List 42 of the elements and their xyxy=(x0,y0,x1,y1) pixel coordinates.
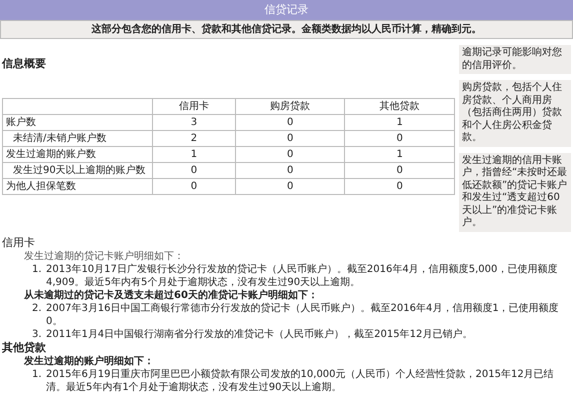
table-cell: 3 xyxy=(152,114,236,130)
table-cell: 1 xyxy=(152,146,236,162)
table-cell: 0 xyxy=(344,178,454,194)
column-header: 购房贷款 xyxy=(235,98,345,114)
row-label: 发生过90天以上逾期的账户数 xyxy=(2,162,152,178)
row-label: 账户数 xyxy=(2,114,152,130)
item-number: 1. xyxy=(32,263,43,278)
table-cell: 0 xyxy=(235,178,345,194)
side-note: 购房贷款，包括个人住房贷款、个人商用房（包括商住两用）贷款和个人住房公积金贷款。 xyxy=(459,80,571,147)
column-header: 其他贷款 xyxy=(344,98,454,114)
table-cell: 0 xyxy=(152,178,236,194)
item-number: 3. xyxy=(32,328,43,342)
section-title: 其他贷款 xyxy=(2,341,47,356)
table-cell: 1 xyxy=(344,114,454,130)
section-title: 信用卡 xyxy=(2,236,36,250)
table-cell: 0 xyxy=(235,162,345,178)
row-label: 发生过逾期的账户数 xyxy=(2,146,152,162)
overview-title: 信息概要 xyxy=(2,57,47,72)
side-note: 逾期记录可能影响对您的信用评价。 xyxy=(459,45,571,74)
table-cell: 0 xyxy=(235,146,345,162)
table-cell: 2 xyxy=(152,130,236,146)
table-cell: 0 xyxy=(344,162,454,178)
side-note: 发生过逾期的信用卡账户，指曾经“未按时还最低还款额”的贷记卡账户和发生过“透支超过60天以上”的准贷记卡账户。 xyxy=(459,152,571,232)
item-text: 2015年6月19日重庆市阿里巴巴小额贷款有限公司发放的10,000元（人民币）个人经营性贷款，2015年12月已结清。最近5年内有1个月处于逾期状态，没有发生过90天以上逾期。 xyxy=(46,368,555,394)
column-header: 信用卡 xyxy=(152,98,236,114)
group-heading: 发生过逾期的贷记卡账户明细如下： xyxy=(24,250,185,264)
table-cell: 1 xyxy=(344,146,454,162)
table-cell: 0 xyxy=(235,130,345,146)
group-heading: 发生过逾期的账户明细如下： xyxy=(24,355,155,368)
row-label: 为他人担保笔数 xyxy=(2,178,152,194)
table-cell: 0 xyxy=(152,162,236,178)
section-header: 信贷记录 xyxy=(0,0,573,20)
item-text: 2013年10月17日广发银行长沙分行发放的贷记卡（人民币账户）。截至2016年4月，信用额度5,000，已使用额度4,909。最近5年内有5个月处于逾期状态，没有发生过90天以上逾期。 xyxy=(46,263,558,289)
item-number: 2. xyxy=(32,302,43,316)
item-text: 2011年1月4日中国银行湖南省分行发放的准贷记卡（人民币账户），截至2015年12月已销户。 xyxy=(46,328,472,342)
table-cell: 0 xyxy=(235,114,345,130)
group-heading: 从未逾期过的贷记卡及透支未超过60天的准贷记卡账户明细如下： xyxy=(24,289,319,302)
section-description: 这部分包含您的信用卡、贷款和其他信贷记录。金额类数据均以人民币计算，精确到元。 xyxy=(0,20,573,40)
table-cell: 0 xyxy=(344,130,454,146)
row-label: 未结清/未销户账户数 xyxy=(2,130,152,146)
item-number: 1. xyxy=(32,368,43,382)
item-text: 2007年3月16日中国工商银行常德市分行发放的贷记卡（人民币账户）。截至2016年4月，信用额度1，已使用额度0。 xyxy=(46,302,560,328)
